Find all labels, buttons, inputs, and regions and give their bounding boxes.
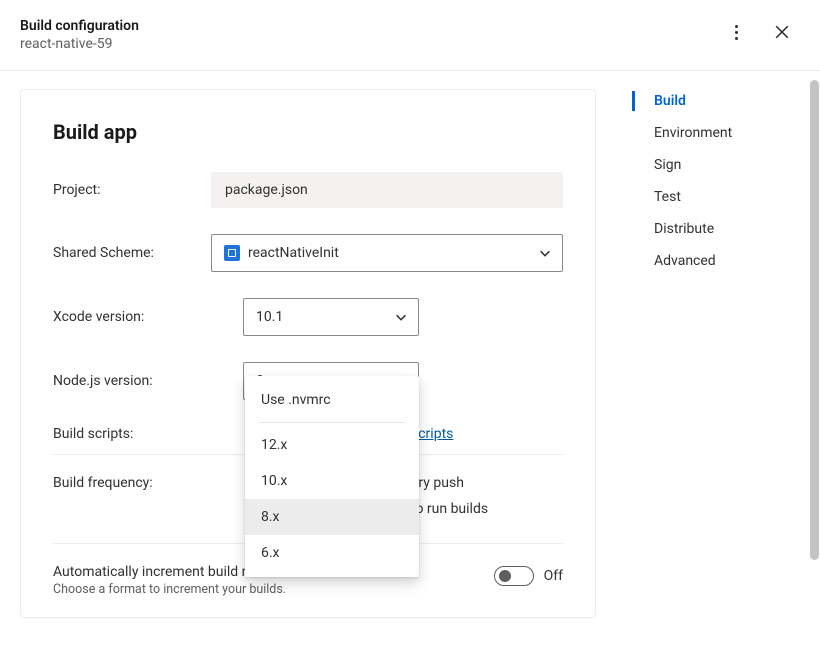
side-nav: Build Environment Sign Test Distribute A… xyxy=(632,71,820,645)
sidenav-item-test[interactable]: Test xyxy=(632,181,820,213)
auto-increment-state-label: Off xyxy=(544,568,563,584)
app-icon xyxy=(224,245,240,261)
sidenav-item-advanced[interactable]: Advanced xyxy=(632,245,820,277)
section-heading: Build app xyxy=(53,120,563,144)
shared-scheme-value: reactNativeInit xyxy=(248,245,339,261)
build-frequency-label: Build frequency: xyxy=(53,475,243,491)
auto-increment-toggle[interactable] xyxy=(494,566,534,586)
build-frequency-option-text[interactable]: to run builds xyxy=(411,501,488,517)
node-option-8x[interactable]: 8.x xyxy=(245,499,419,535)
page-subtitle: react-native-59 xyxy=(20,36,139,52)
shared-scheme-select[interactable]: reactNativeInit xyxy=(211,234,563,272)
build-scripts-label: Build scripts: xyxy=(53,426,243,442)
auto-increment-subtitle: Choose a format to increment your builds… xyxy=(53,582,289,597)
node-option-use-nvmrc[interactable]: Use .nvmrc xyxy=(245,382,419,418)
sidenav-item-environment[interactable]: Environment xyxy=(632,117,820,149)
sidenav-item-distribute[interactable]: Distribute xyxy=(632,213,820,245)
project-label: Project: xyxy=(53,182,211,198)
scrollbar-thumb[interactable] xyxy=(810,80,819,560)
project-field: package.json xyxy=(211,172,563,208)
node-option-6x[interactable]: 6.x xyxy=(245,535,419,571)
scrollbar[interactable] xyxy=(808,78,820,652)
node-version-label: Node.js version: xyxy=(53,373,243,389)
sidenav-item-sign[interactable]: Sign xyxy=(632,149,820,181)
more-options-button[interactable] xyxy=(726,22,746,42)
close-icon[interactable] xyxy=(772,22,792,42)
sidenav-item-build[interactable]: Build xyxy=(632,85,820,117)
page-title: Build configuration xyxy=(20,18,139,34)
node-option-12x[interactable]: 12.x xyxy=(245,427,419,463)
dropdown-separator xyxy=(259,422,405,423)
chevron-down-icon xyxy=(538,246,552,260)
chevron-down-icon xyxy=(394,310,408,324)
shared-scheme-label: Shared Scheme: xyxy=(53,245,211,261)
xcode-version-value: 10.1 xyxy=(256,309,283,325)
xcode-version-label: Xcode version: xyxy=(53,309,243,325)
node-version-dropdown[interactable]: Use .nvmrc 12.x 10.x 8.x 6.x xyxy=(245,376,419,577)
xcode-version-select[interactable]: 10.1 xyxy=(243,298,419,336)
node-option-10x[interactable]: 10.x xyxy=(245,463,419,499)
